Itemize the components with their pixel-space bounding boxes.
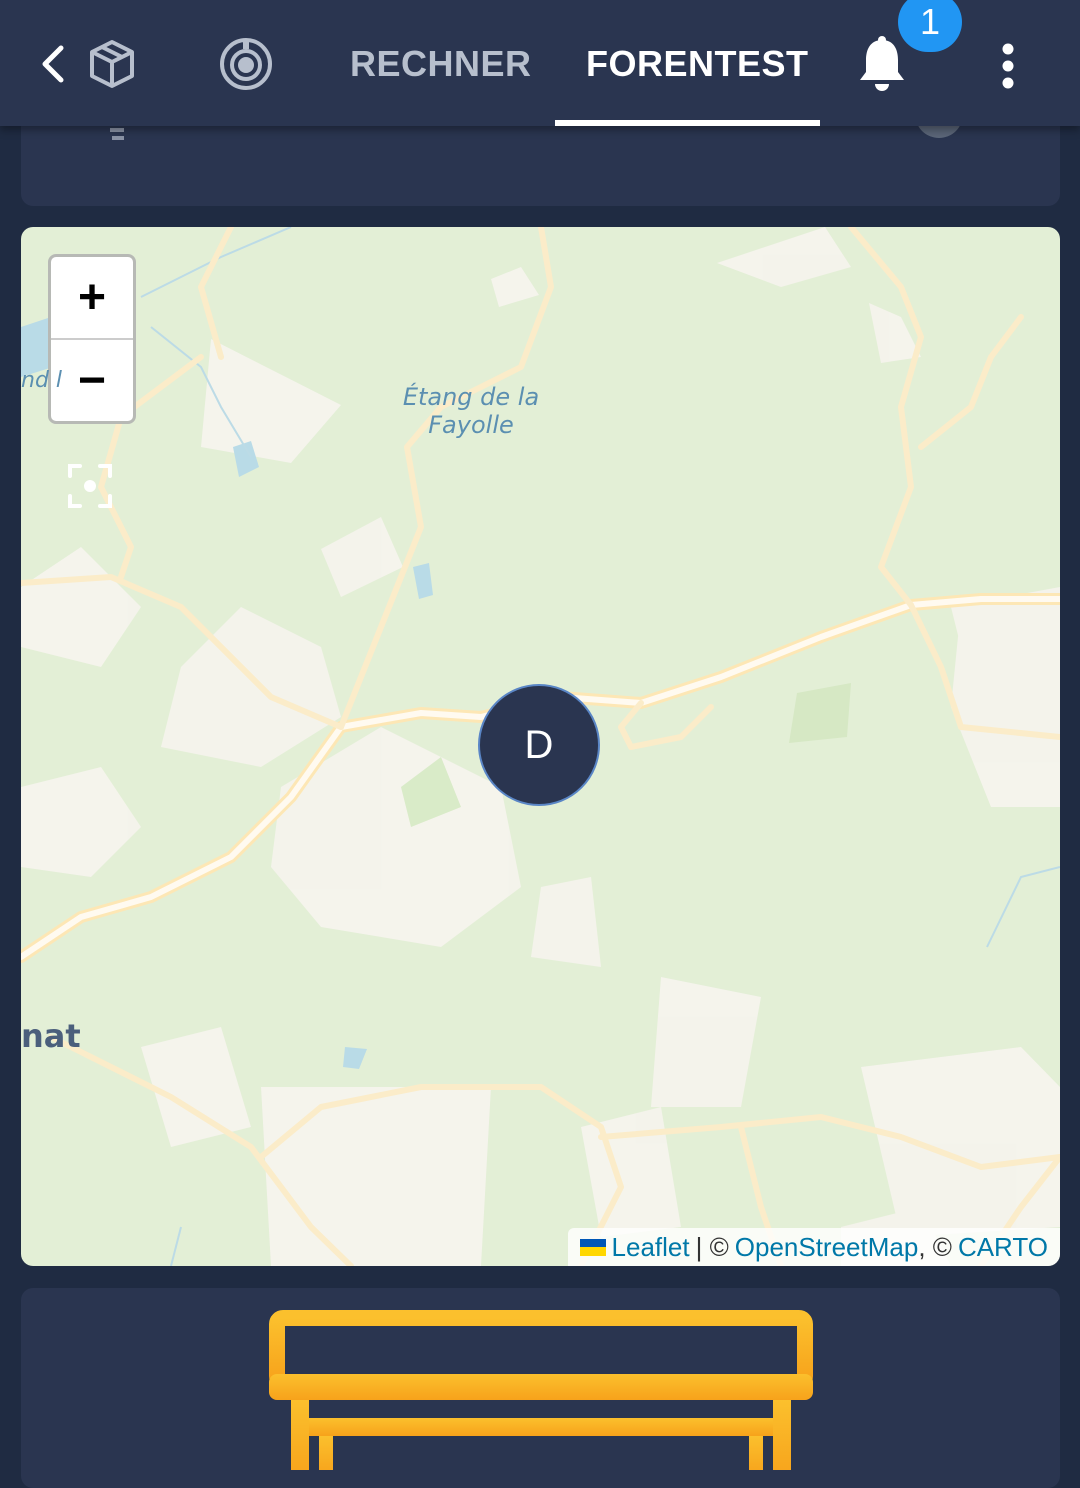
locate-icon[interactable] bbox=[66, 462, 114, 510]
app-bar: RECHNER FORENTEST 1 bbox=[0, 0, 1080, 126]
map-label-lake: Étang de la Fayolle bbox=[402, 383, 540, 439]
ukraine-flag-icon bbox=[579, 1238, 606, 1256]
attribution-separator: , © bbox=[918, 1232, 952, 1262]
bell-icon[interactable] bbox=[852, 34, 912, 98]
zoom-control: + − bbox=[48, 254, 136, 424]
attribution-separator: | © bbox=[695, 1232, 729, 1262]
more-vertical-icon[interactable] bbox=[988, 40, 1028, 92]
tab-forentest[interactable]: FORENTEST bbox=[586, 38, 809, 90]
map-marker[interactable]: D bbox=[478, 684, 600, 806]
leaflet-link[interactable]: Leaflet bbox=[612, 1228, 690, 1266]
chevron-left-icon[interactable] bbox=[28, 38, 76, 90]
bench-card[interactable] bbox=[21, 1288, 1060, 1488]
carto-link[interactable]: CARTO bbox=[958, 1228, 1048, 1266]
map-label-left-edge: nd l bbox=[21, 368, 63, 393]
map[interactable]: + − nd l Étang de la Fayolle nat D Leafl… bbox=[21, 227, 1060, 1266]
cube-icon[interactable] bbox=[84, 36, 140, 92]
map-label-town: nat bbox=[21, 1017, 81, 1055]
zoom-in-button[interactable]: + bbox=[51, 257, 133, 340]
target-icon[interactable] bbox=[216, 34, 276, 94]
notification-badge[interactable]: 1 bbox=[898, 0, 962, 52]
map-attribution: Leaflet | © OpenStreetMap , © CARTO bbox=[567, 1228, 1060, 1266]
openstreetmap-link[interactable]: OpenStreetMap bbox=[735, 1228, 919, 1266]
tab-rechner[interactable]: RECHNER bbox=[350, 38, 532, 90]
active-tab-indicator bbox=[555, 120, 820, 126]
zoom-out-button[interactable]: − bbox=[51, 340, 133, 421]
bench-icon bbox=[269, 1310, 813, 1470]
